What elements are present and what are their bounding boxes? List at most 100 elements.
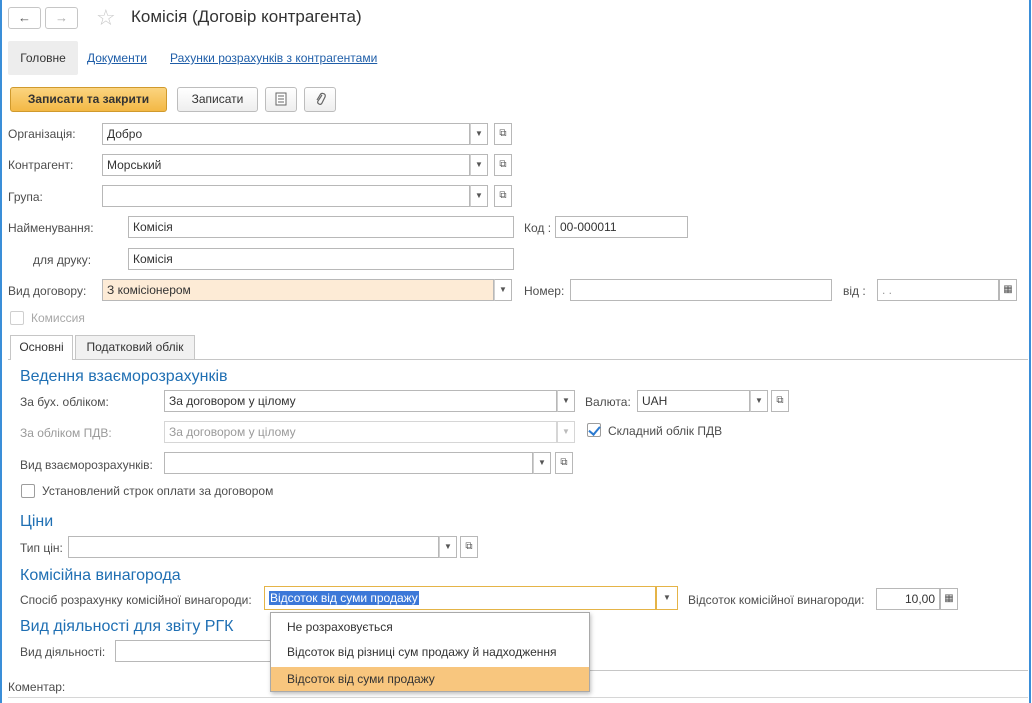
chevron-down-icon: ▼	[444, 542, 452, 551]
currency-label: Валюта:	[585, 395, 631, 409]
group-label: Група:	[8, 190, 43, 204]
paperclip-icon	[316, 92, 326, 105]
print-name-label: для друку:	[33, 253, 92, 267]
page-title: Комісія (Договір контрагента)	[131, 7, 362, 26]
chevron-down-icon: ▼	[499, 285, 507, 294]
nav-tab-settlement-accounts[interactable]: Рахунки розрахунків з контрагентами	[170, 51, 377, 65]
chevron-down-icon: ▼	[663, 593, 671, 602]
popup-option-not-calculated[interactable]: Не розраховується	[271, 615, 589, 639]
number-label: Номер:	[524, 284, 565, 298]
activity-divider	[590, 670, 1028, 671]
chevron-down-icon: ▼	[562, 427, 570, 436]
currency-field[interactable]: UAH	[637, 390, 750, 412]
commission-checkbox-label: Комиссия	[31, 311, 85, 325]
save-and-close-button[interactable]: Записати та закрити	[10, 87, 167, 112]
commission-checkbox[interactable]	[10, 311, 24, 325]
calculator-button[interactable]: ▦	[940, 588, 958, 610]
contract-type-dropdown[interactable]: ▼	[494, 279, 512, 301]
complex-vat-label: Складний облік ПДВ	[608, 424, 723, 438]
price-type-label: Тип цін:	[20, 541, 63, 555]
payment-term-checkbox[interactable]	[21, 484, 35, 498]
commission-method-popup: Не розраховується Відсоток від різниці с…	[270, 612, 590, 692]
open-window-icon: ⧉	[499, 159, 507, 170]
forward-button[interactable]: →	[45, 7, 78, 29]
price-type-open[interactable]: ⧉	[460, 536, 478, 558]
back-button[interactable]: ←	[8, 7, 41, 29]
favorite-star-icon[interactable]: ☆	[96, 5, 116, 31]
back-arrow-icon: ←	[18, 10, 31, 25]
name-label: Найменування:	[8, 221, 94, 235]
commission-percent-label: Відсоток комісійної винагороди:	[688, 593, 865, 607]
contract-type-field[interactable]: З комісіонером	[102, 279, 494, 301]
comment-field[interactable]	[8, 697, 1028, 698]
commission-section-title: Комісійна винагорода	[20, 567, 181, 584]
popup-option-margin-percent[interactable]: Відсоток від різниці сум продажу й надхо…	[271, 640, 589, 664]
attach-button[interactable]	[304, 87, 336, 112]
counterparty-field[interactable]: Морський	[102, 154, 470, 176]
currency-dropdown[interactable]: ▼	[750, 390, 768, 412]
tab-tax-accounting[interactable]: Податковий облік	[75, 335, 195, 359]
accounting-field[interactable]: За договором у цілому	[164, 390, 557, 412]
settlement-kind-dropdown[interactable]: ▼	[533, 452, 551, 474]
document-list-icon	[275, 92, 287, 106]
tabs-divider	[8, 359, 1028, 360]
settlement-kind-field[interactable]	[164, 452, 533, 474]
accounting-dropdown[interactable]: ▼	[557, 390, 575, 412]
chevron-down-icon: ▼	[475, 191, 483, 200]
calendar-button[interactable]: ▦	[999, 279, 1017, 301]
accounting-label: За бух. обліком:	[20, 395, 109, 409]
code-label: Код :	[524, 221, 552, 235]
commission-method-value: Відсоток від суми продажу	[269, 591, 419, 605]
currency-open[interactable]: ⧉	[771, 390, 789, 412]
report-button[interactable]	[265, 87, 297, 112]
nav-tab-documents[interactable]: Документи	[87, 51, 147, 65]
group-field[interactable]	[102, 185, 470, 207]
activity-kind-label: Вид діяльності:	[20, 645, 106, 659]
vat-field: За договором у цілому	[164, 421, 557, 443]
popup-option-sales-percent[interactable]: Відсоток від суми продажу	[271, 667, 589, 691]
organization-open[interactable]: ⧉	[494, 123, 512, 145]
prices-section-title: Ціни	[20, 513, 54, 530]
chevron-down-icon: ▼	[538, 458, 546, 467]
open-window-icon: ⧉	[776, 395, 784, 406]
commission-percent-field[interactable]: 10,00	[876, 588, 940, 610]
code-field[interactable]: 00-000011	[555, 216, 688, 238]
activity-kind-field[interactable]	[115, 640, 275, 662]
organization-field[interactable]: Добро	[102, 123, 470, 145]
activity-section-title: Вид діяльності для звіту РГК	[20, 618, 234, 635]
calendar-icon: ▦	[1003, 284, 1013, 295]
commission-method-field[interactable]: Відсоток від суми продажу	[264, 586, 656, 610]
forward-arrow-icon: →	[55, 10, 68, 25]
complex-vat-checkbox[interactable]	[587, 423, 601, 437]
price-type-dropdown[interactable]: ▼	[439, 536, 457, 558]
open-window-icon: ⧉	[499, 190, 507, 201]
group-open[interactable]: ⧉	[494, 185, 512, 207]
print-name-field[interactable]: Комісія	[128, 248, 514, 270]
open-window-icon: ⧉	[465, 541, 473, 552]
settlement-kind-label: Вид взаєморозрахунків:	[20, 458, 153, 472]
open-window-icon: ⧉	[560, 457, 568, 468]
counterparty-open[interactable]: ⧉	[494, 154, 512, 176]
chevron-down-icon: ▼	[755, 396, 763, 405]
chevron-down-icon: ▼	[562, 396, 570, 405]
open-window-icon: ⧉	[499, 128, 507, 139]
calculator-icon: ▦	[944, 593, 954, 604]
price-type-field[interactable]	[68, 536, 439, 558]
settlements-section-title: Ведення взаєморозрахунків	[20, 368, 228, 385]
save-button[interactable]: Записати	[177, 87, 258, 112]
date-label: від :	[843, 284, 866, 298]
comment-label: Коментар:	[8, 680, 66, 694]
commission-method-dropdown[interactable]: ▼	[656, 586, 678, 610]
commission-method-label: Спосіб розрахунку комісійної винагороди:	[20, 593, 252, 607]
nav-tab-main[interactable]: Головне	[8, 41, 78, 75]
number-field[interactable]	[570, 279, 832, 301]
organization-dropdown[interactable]: ▼	[470, 123, 488, 145]
date-field[interactable]: . .	[877, 279, 999, 301]
name-field[interactable]: Комісія	[128, 216, 514, 238]
group-dropdown[interactable]: ▼	[470, 185, 488, 207]
vat-dropdown: ▼	[557, 421, 575, 443]
organization-label: Організація:	[8, 127, 76, 141]
tab-main[interactable]: Основні	[10, 335, 73, 360]
counterparty-dropdown[interactable]: ▼	[470, 154, 488, 176]
settlement-kind-open[interactable]: ⧉	[555, 452, 573, 474]
